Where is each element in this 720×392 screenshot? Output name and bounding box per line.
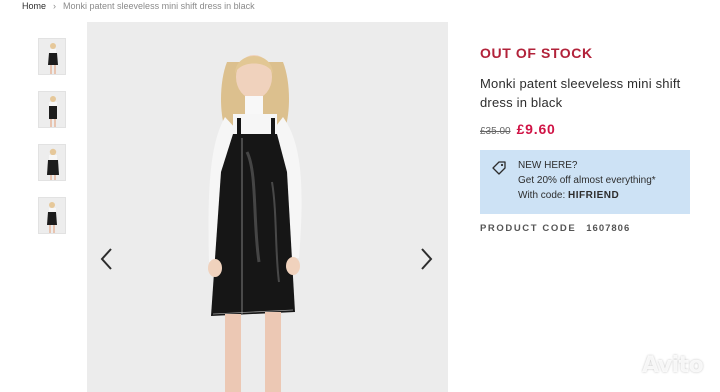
previous-image-button[interactable] [96,245,116,273]
thumbnail-4[interactable] [38,197,66,234]
thumbnail-image-1 [39,39,65,74]
thumbnail-strip [38,38,68,250]
breadcrumb: Home › Monki patent sleeveless mini shif… [22,0,255,12]
promo-text: NEW HERE? Get 20% off almost everything*… [518,150,656,214]
stock-status: OUT OF STOCK [480,45,593,61]
promo-offer: Get 20% off almost everything* [518,175,656,186]
avito-watermark-text: Avito [642,352,704,378]
price-row: £35.00 £9.60 [480,121,692,137]
chevron-left-icon [100,248,112,270]
promo-code-line: With code: HIFRIEND [518,188,656,203]
product-title: Monki patent sleeveless mini shift dress… [480,76,681,110]
avito-watermark: Avito [612,352,704,378]
thumbnail-2[interactable] [38,91,66,128]
thumbnail-image-4 [39,198,65,233]
promo-code: HIFRIEND [568,190,620,201]
sale-price: £9.60 [516,121,556,137]
main-product-image [87,22,448,392]
chevron-right-icon [421,248,433,270]
promo-heading: NEW HERE? [518,160,578,171]
thumbnail-image-2 [39,92,65,127]
avito-logo-icon [615,355,637,377]
product-code-value: 1607806 [586,223,631,234]
price-tag-icon [492,161,506,175]
thumbnail-1[interactable] [38,38,66,75]
original-price: £35.00 [480,126,511,137]
promo-code-prefix: With code: [518,190,569,201]
thumbnail-image-3 [39,145,65,180]
breadcrumb-current: Monki patent sleeveless mini shift dress… [63,1,255,11]
product-info: OUT OF STOCK Monki patent sleeveless min… [480,44,692,137]
thumbnail-3[interactable] [38,144,66,181]
promo-tag-container [480,150,518,214]
product-photo [87,22,448,392]
breadcrumb-separator: › [53,1,57,11]
next-image-button[interactable] [417,245,437,273]
product-code: PRODUCT CODE 1607806 [480,223,630,234]
promo-banner: NEW HERE? Get 20% off almost everything*… [480,150,690,214]
product-code-label: PRODUCT CODE [480,223,577,234]
breadcrumb-home-link[interactable]: Home [22,1,46,11]
